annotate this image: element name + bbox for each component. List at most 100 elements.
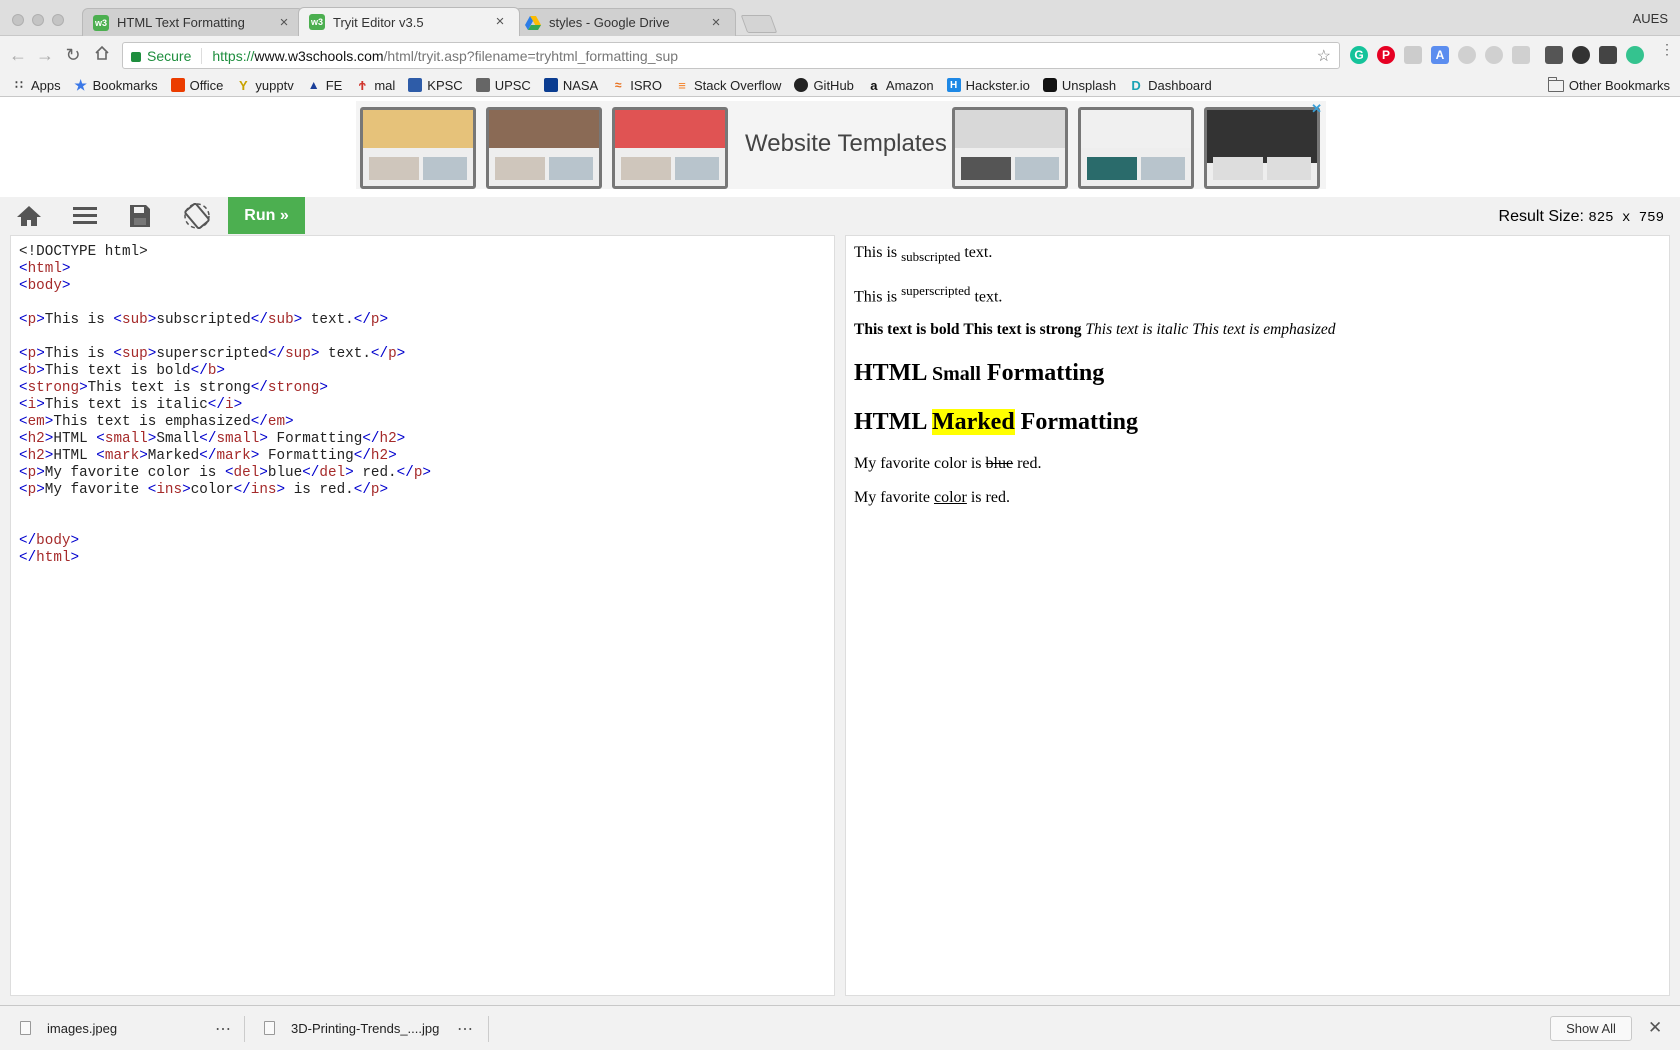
- grammarly-extension-icon[interactable]: G: [1350, 46, 1368, 64]
- run-button[interactable]: Run »: [228, 197, 305, 234]
- ad-close-icon[interactable]: ✕: [1311, 101, 1322, 117]
- apps-grid-icon: ∷: [15, 78, 23, 92]
- bookmark-label: ISRO: [630, 77, 663, 93]
- bookmark-star-icon[interactable]: ☆: [1317, 46, 1331, 66]
- website-templates-ad[interactable]: Website Templates ✕: [356, 101, 1326, 189]
- bookmark-label: Dashboard: [1148, 77, 1212, 93]
- nasa-icon: [543, 78, 558, 92]
- code-line: <p>My favorite color is <del>blue</del> …: [19, 465, 431, 481]
- bookmark-github[interactable]: GitHub: [794, 77, 854, 93]
- result-deleted-paragraph: My favorite color is blue red.: [854, 455, 1661, 473]
- bookmark-unsplash[interactable]: Unsplash: [1042, 78, 1116, 93]
- more-options-icon[interactable]: ⋯: [215, 1019, 232, 1039]
- save-icon[interactable]: [126, 203, 154, 229]
- template-thumbnail[interactable]: [486, 107, 602, 189]
- back-arrow-icon[interactable]: ←: [8, 45, 28, 65]
- maximize-window-button[interactable]: [52, 14, 64, 26]
- strong-text: This text is strong: [963, 320, 1082, 338]
- bookmark-fe[interactable]: ▲ FE: [307, 78, 343, 93]
- tab-google-drive[interactable]: styles - Google Drive ×: [514, 8, 736, 36]
- shield-extension-icon[interactable]: [1404, 46, 1422, 64]
- download-shelf: images.jpeg ⋯ 3D-Printing-Trends_....jpg…: [0, 1005, 1680, 1050]
- result-frame[interactable]: This is subscripted text. This is supers…: [845, 235, 1670, 996]
- code-editor[interactable]: <!DOCTYPE html> <html> <body> <p>This is <…: [10, 235, 835, 996]
- bookmark-apps[interactable]: ∷ Apps: [12, 77, 61, 93]
- bookmark-dashboard[interactable]: D Dashboard: [1129, 77, 1212, 93]
- reload-icon[interactable]: ↻: [63, 45, 83, 65]
- show-all-downloads-button[interactable]: Show All: [1550, 1016, 1632, 1041]
- pinterest-extension-icon[interactable]: P: [1377, 46, 1395, 64]
- address-bar[interactable]: Secure https:// www.w3schools.com /html/…: [122, 42, 1340, 69]
- new-tab-button[interactable]: [740, 15, 778, 33]
- close-icon[interactable]: ×: [709, 15, 723, 30]
- cloud-extension-icon[interactable]: [1458, 46, 1476, 64]
- subscript-text: subscripted: [901, 249, 961, 265]
- deleted-text: blue: [985, 454, 1014, 472]
- close-window-button[interactable]: [12, 14, 24, 26]
- close-icon[interactable]: ×: [277, 15, 291, 30]
- code-line: <h2>HTML <mark>Marked</mark> Formatting<…: [19, 448, 397, 464]
- bookmark-nasa[interactable]: NASA: [543, 77, 599, 93]
- bookmark-stack-overflow[interactable]: ≡ Stack Overflow: [675, 78, 781, 93]
- bookmark-label: GitHub: [813, 77, 854, 93]
- template-thumbnail[interactable]: [360, 107, 476, 189]
- close-icon[interactable]: ×: [493, 14, 507, 29]
- bookmark-mal[interactable]: Ϯmal: [355, 78, 395, 93]
- skype-extension-icon[interactable]: [1485, 46, 1503, 64]
- bookmark-amazon[interactable]: a Amazon: [867, 78, 933, 93]
- code-line: </html>: [19, 550, 80, 566]
- home-icon[interactable]: [15, 203, 43, 229]
- bookmark-office[interactable]: Office: [170, 78, 223, 93]
- star-icon: ★: [74, 76, 87, 93]
- minimize-window-button[interactable]: [32, 14, 44, 26]
- green-extension-icon[interactable]: [1626, 46, 1644, 64]
- lock-icon[interactable]: [131, 51, 141, 62]
- result-inline-formatting: This text is bold This text is strong Th…: [854, 321, 1661, 339]
- template-thumbnail[interactable]: [952, 107, 1068, 189]
- ad-headline[interactable]: Website Templates: [745, 130, 947, 158]
- template-thumbnail[interactable]: [1078, 107, 1194, 189]
- tab-html-text-formatting[interactable]: w3 HTML Text Formatting ×: [82, 8, 304, 36]
- menu-icon[interactable]: [71, 203, 99, 229]
- forward-arrow-icon[interactable]: →: [35, 45, 55, 65]
- secure-label[interactable]: Secure: [147, 47, 203, 64]
- stackoverflow-icon: ≡: [678, 77, 686, 93]
- code-line: <em>This text is emphasized</em>: [19, 414, 294, 430]
- bookmark-upsc[interactable]: UPSC: [475, 78, 531, 93]
- template-thumbnail[interactable]: [612, 107, 728, 189]
- download-item[interactable]: 3D-Printing-Trends_....jpg ⋯: [264, 1006, 474, 1050]
- more-options-icon[interactable]: ⋯: [457, 1019, 474, 1039]
- extension-icon[interactable]: [1512, 46, 1530, 64]
- ad-banner-area: Website Templates ✕: [0, 97, 1680, 197]
- browser-menu-icon[interactable]: ⋮: [1660, 42, 1674, 56]
- tab-tryit-editor[interactable]: w3 Tryit Editor v3.5 ×: [298, 7, 520, 36]
- clock-extension-icon[interactable]: [1572, 46, 1590, 64]
- lightbulb-extension-icon[interactable]: [1545, 46, 1563, 64]
- tab-title: HTML Text Formatting: [117, 15, 245, 30]
- other-bookmarks-folder[interactable]: Other Bookmarks: [1547, 76, 1670, 93]
- bookmark-label: NASA: [562, 77, 599, 93]
- file-icon: [20, 1021, 31, 1035]
- tryit-toolbar: Run » Result Size: 825 x 759: [0, 197, 1680, 235]
- rotate-orientation-icon[interactable]: [183, 202, 211, 230]
- template-thumbnail[interactable]: [1204, 107, 1320, 189]
- home-icon[interactable]: [92, 45, 112, 65]
- code-line: <b>This text is bold</b>: [19, 363, 225, 379]
- tab-title: styles - Google Drive: [549, 15, 670, 30]
- translate-extension-icon[interactable]: A: [1431, 46, 1449, 64]
- text-segment: Formatting: [1014, 408, 1138, 435]
- bookmark-yupptv[interactable]: Yyupptv: [236, 78, 294, 93]
- bookmark-hackster[interactable]: H Hackster.io: [946, 78, 1030, 93]
- download-item[interactable]: images.jpeg ⋯: [20, 1006, 232, 1050]
- bookmark-isro[interactable]: ≈ ISRO: [611, 78, 662, 93]
- mail-extension-icon[interactable]: [1599, 46, 1617, 64]
- close-icon[interactable]: ✕: [1648, 1018, 1662, 1038]
- bookmark-bookmarks[interactable]: ★ Bookmarks: [74, 76, 157, 93]
- tab-strip: w3 HTML Text Formatting × w3 Tryit Edito…: [82, 7, 778, 36]
- profile-name[interactable]: AUES: [1633, 11, 1668, 26]
- dashboard-icon: D: [1131, 77, 1141, 93]
- bookmark-label: Apps: [31, 77, 61, 93]
- bookmark-kpsc[interactable]: KPSC: [408, 78, 463, 93]
